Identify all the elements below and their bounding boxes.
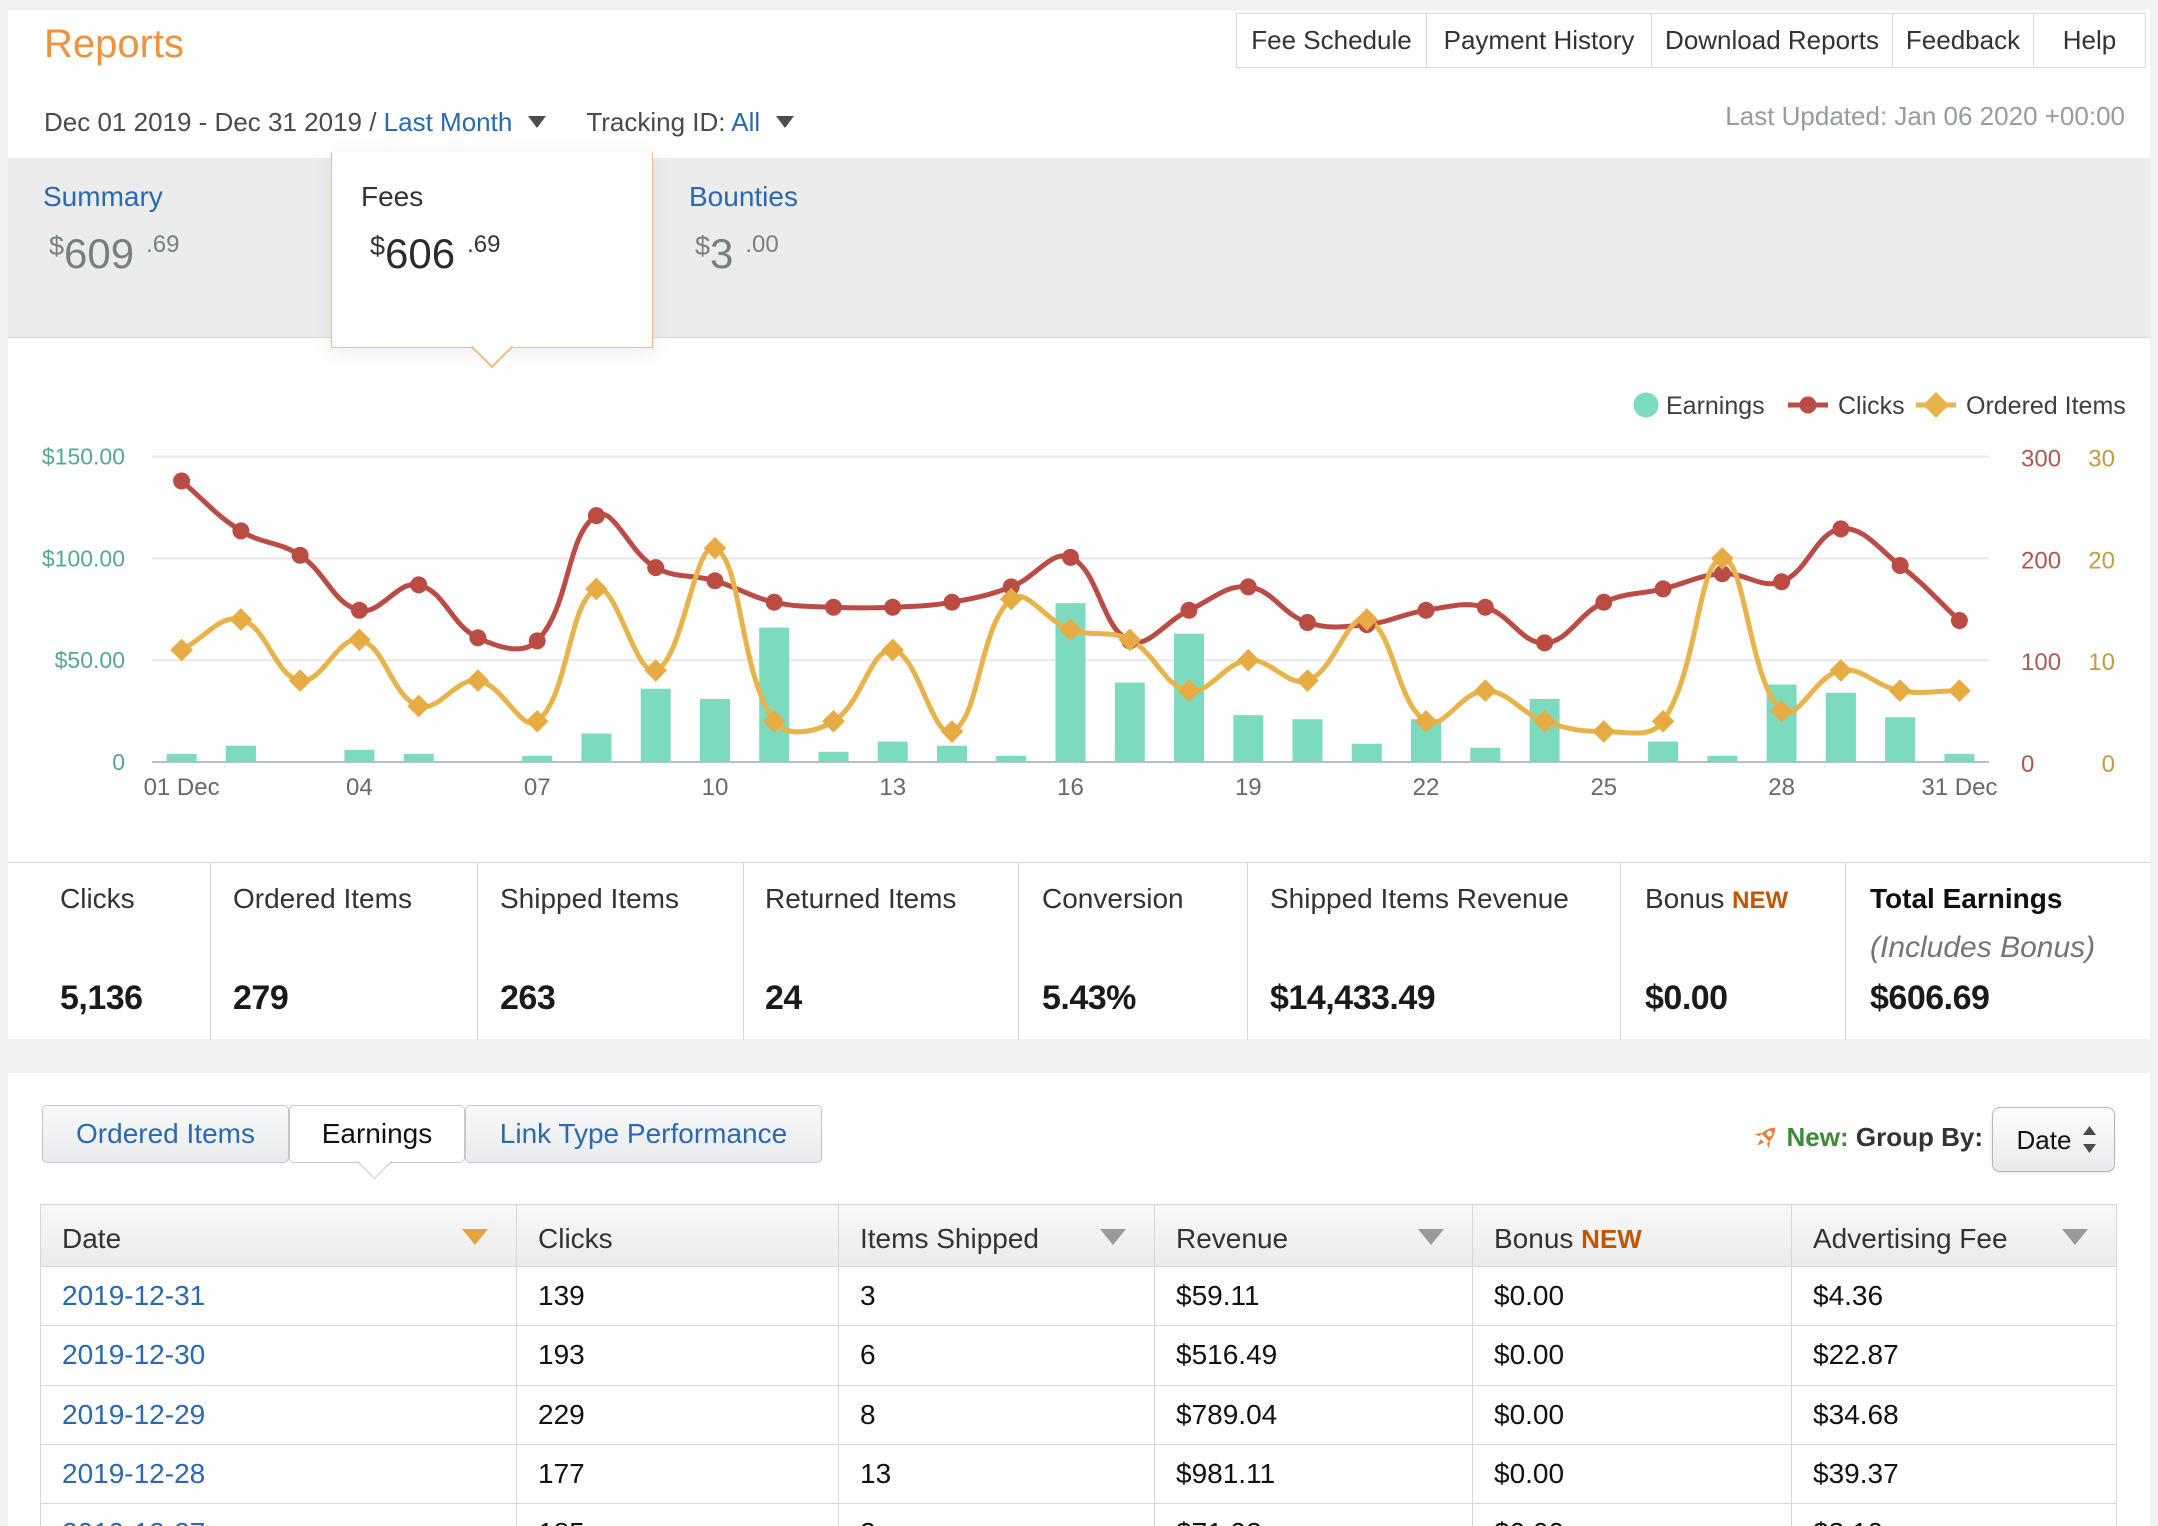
svg-text:200: 200: [2021, 547, 2061, 574]
svg-text:22: 22: [1413, 774, 1440, 801]
svg-text:$100.00: $100.00: [42, 545, 125, 571]
svg-text:10: 10: [2088, 649, 2115, 676]
svg-text:10: 10: [702, 774, 729, 801]
svg-text:25: 25: [1590, 774, 1617, 801]
svg-text:0: 0: [2102, 751, 2115, 778]
svg-text:100: 100: [2021, 649, 2061, 676]
svg-text:28: 28: [1768, 774, 1795, 801]
svg-text:19: 19: [1235, 774, 1262, 801]
svg-text:16: 16: [1057, 774, 1084, 801]
svg-text:20: 20: [2088, 547, 2115, 574]
svg-text:0: 0: [112, 749, 125, 775]
svg-text:07: 07: [524, 774, 551, 801]
svg-text:30: 30: [2088, 446, 2115, 473]
svg-text:31 Dec: 31 Dec: [1921, 774, 1997, 801]
svg-text:04: 04: [346, 774, 373, 801]
svg-text:300: 300: [2021, 446, 2061, 473]
svg-text:Ordered Items: Ordered Items: [1966, 392, 2126, 420]
svg-text:0: 0: [2021, 751, 2034, 778]
svg-text:$150.00: $150.00: [42, 444, 125, 470]
svg-text:$50.00: $50.00: [55, 647, 125, 673]
svg-text:Date: Date: [2017, 1125, 2072, 1155]
svg-text:01 Dec: 01 Dec: [144, 774, 220, 801]
svg-text:Clicks: Clicks: [1838, 392, 1905, 420]
svg-text:13: 13: [879, 774, 906, 801]
svg-text:Earnings: Earnings: [1666, 392, 1765, 420]
